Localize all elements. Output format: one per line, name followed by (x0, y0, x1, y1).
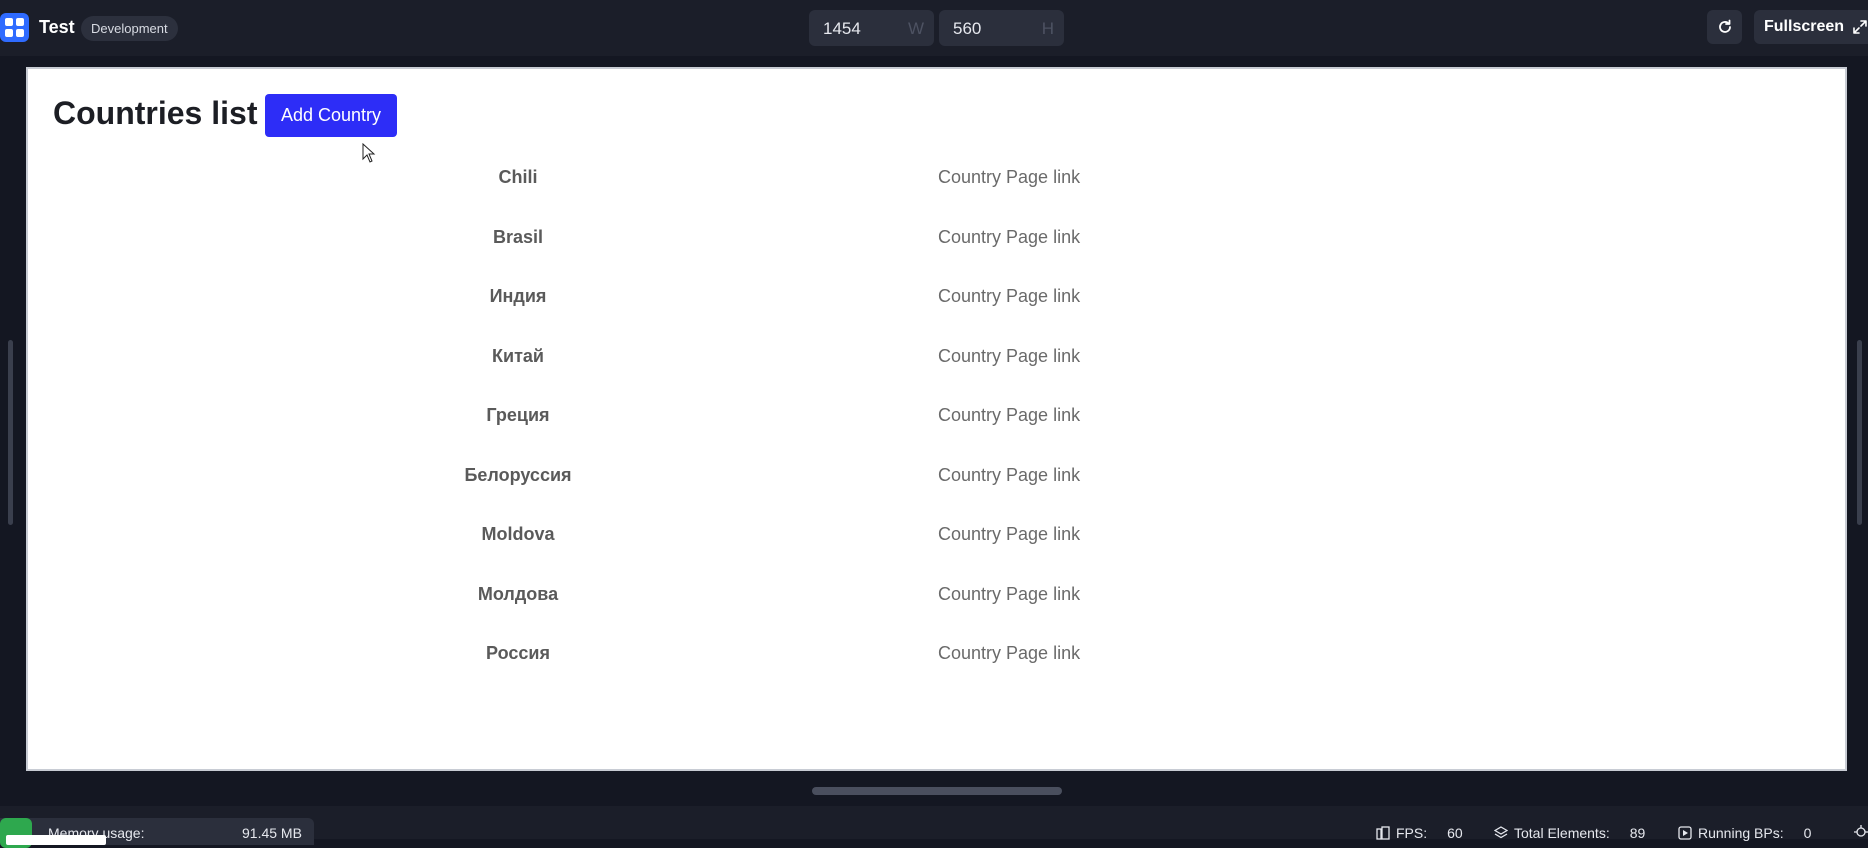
width-value: 1454 (823, 19, 861, 38)
fps-icon (1376, 826, 1390, 840)
memory-overlay (6, 835, 106, 845)
country-page-link[interactable]: Country Page link (938, 524, 1080, 545)
country-page-link[interactable]: Country Page link (938, 643, 1080, 664)
width-field[interactable]: 1454 W (809, 10, 934, 46)
status-bar: Memory usage: 91.45 MB FPS: 60 Total Ele… (0, 806, 1868, 848)
country-name: Moldova (481, 524, 555, 544)
country-name: Индия (489, 286, 547, 306)
environment-badge[interactable]: Development (81, 16, 178, 41)
app-title: Test (39, 17, 75, 37)
horizontal-scrollbar[interactable] (812, 787, 1062, 795)
list-item: Индия Country Page link (28, 278, 1228, 338)
add-country-button[interactable]: Add Country (265, 94, 397, 137)
fullscreen-button[interactable]: Fullscreen (1754, 10, 1868, 44)
country-name: Греция (486, 405, 550, 425)
preview-canvas: Countries list Add Country Chili Country… (26, 67, 1847, 771)
list-item: Moldova Country Page link (28, 516, 1228, 576)
list-item: Греция Country Page link (28, 397, 1228, 457)
top-bar: Test Development 1454 W 560 H Fullscreen (0, 0, 1868, 56)
height-field[interactable]: 560 H (939, 10, 1064, 46)
list-item: Белоруссия Country Page link (28, 457, 1228, 517)
country-page-link[interactable]: Country Page link (938, 465, 1080, 486)
right-scrollbar[interactable] (1857, 340, 1862, 525)
expand-icon (1853, 20, 1867, 34)
country-page-link[interactable]: Country Page link (938, 405, 1080, 426)
country-name: Brasil (492, 226, 544, 247)
page-title: Countries list (53, 95, 258, 131)
country-name: Молдова (477, 583, 559, 604)
fullscreen-label: Fullscreen (1764, 18, 1845, 35)
list-item: Молдова Country Page link (28, 576, 1228, 636)
country-page-link[interactable]: Country Page link (938, 584, 1080, 605)
list-item: Brasil Country Page link (28, 219, 1228, 279)
country-page-link[interactable]: Country Page link (938, 227, 1080, 248)
country-name: Китай (492, 345, 544, 366)
app-grid-icon[interactable] (0, 13, 29, 42)
list-item: Chili Country Page link (28, 159, 1228, 219)
list-item: Китай Country Page link (28, 338, 1228, 398)
debug-icon[interactable] (1854, 824, 1868, 838)
country-page-link[interactable]: Country Page link (938, 346, 1080, 367)
height-unit: H (1041, 19, 1054, 38)
country-page-link[interactable]: Country Page link (938, 286, 1080, 307)
country-name: Белоруссия (464, 464, 572, 485)
country-name: Chili (498, 167, 538, 187)
list-item: Россия Country Page link (28, 635, 1228, 695)
reload-icon (1718, 19, 1731, 33)
layers-icon (1494, 826, 1508, 839)
reload-button[interactable] (1707, 10, 1742, 44)
country-name: Россия (486, 643, 550, 663)
left-scrollbar[interactable] (8, 340, 13, 525)
countries-list: Chili Country Page link Brasil Country P… (28, 159, 1228, 695)
country-page-link[interactable]: Country Page link (938, 167, 1080, 188)
play-icon (1678, 826, 1692, 840)
height-value: 560 (953, 19, 982, 38)
width-unit: W (907, 19, 924, 38)
